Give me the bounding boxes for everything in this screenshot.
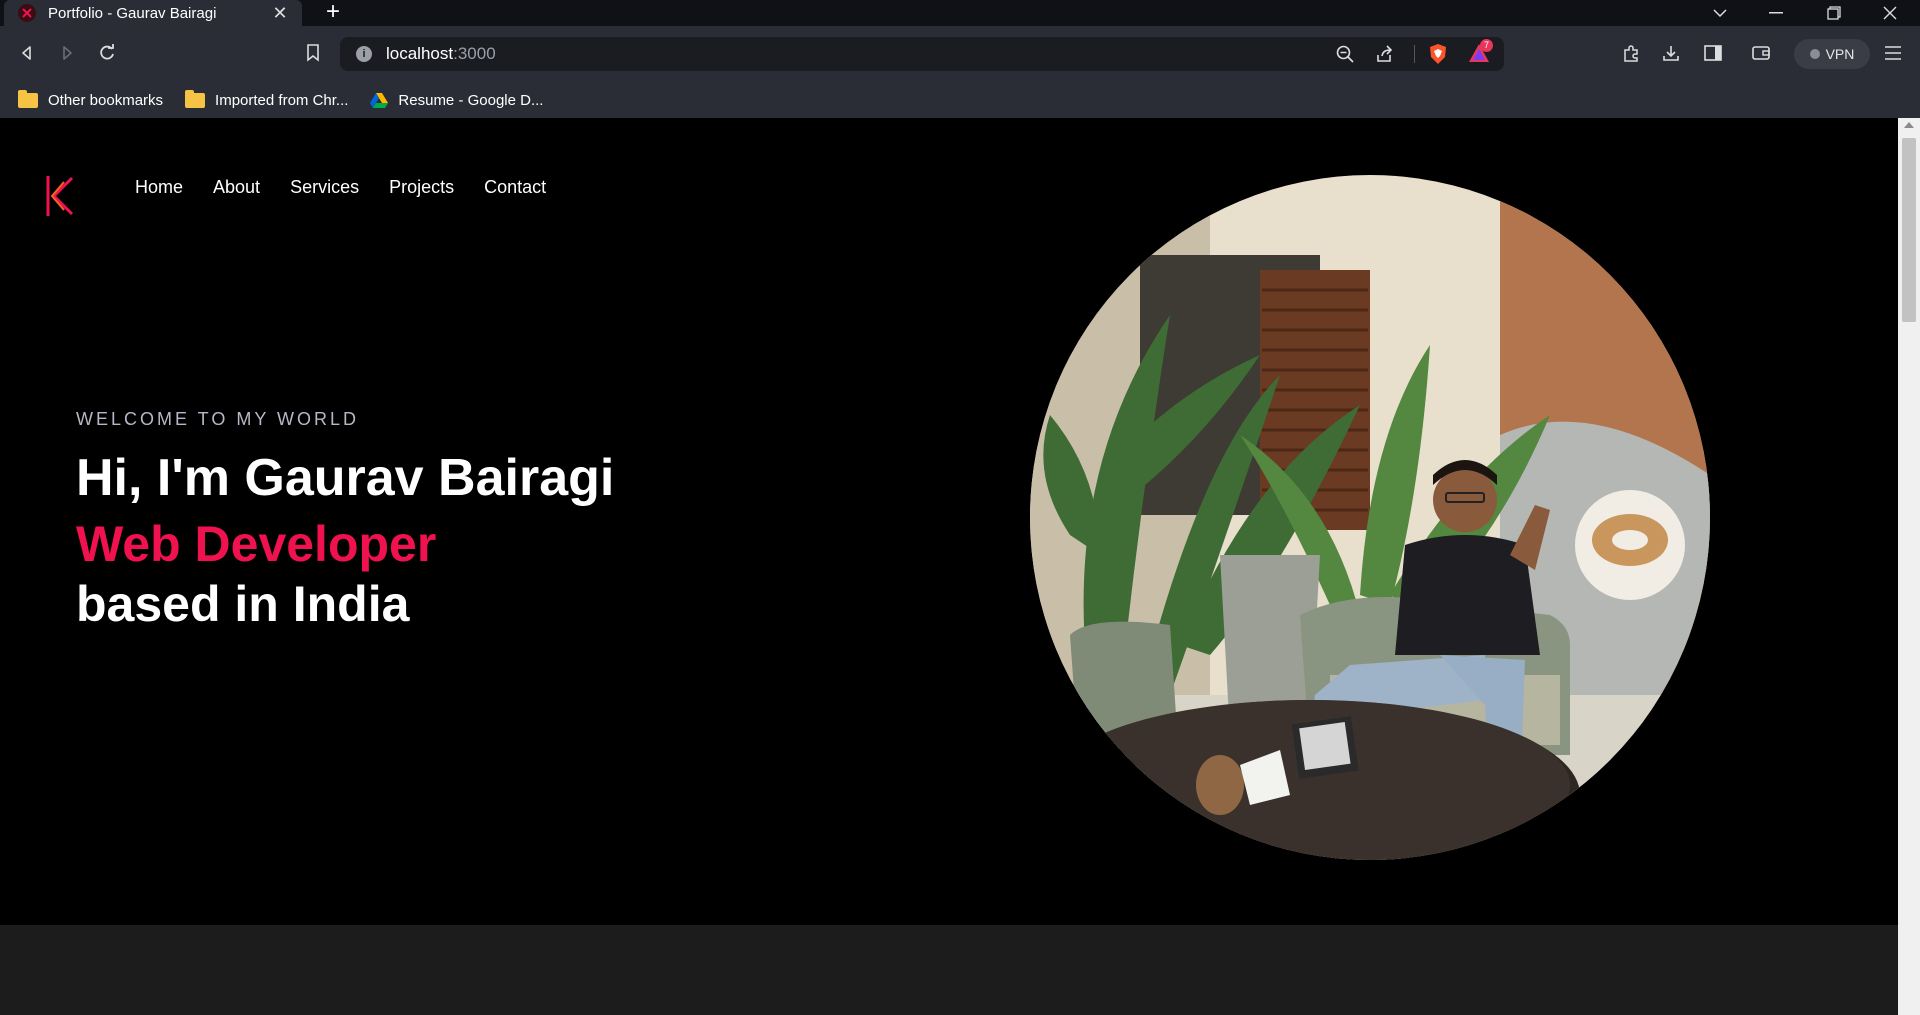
nav-about[interactable]: About (213, 177, 260, 198)
page-content: Home About Services Projects Contact WEL… (0, 118, 1898, 1015)
tab-search-chevron-icon[interactable] (1692, 0, 1748, 26)
minimize-icon[interactable] (1748, 0, 1804, 26)
browser-toolbar: i localhost:3000 7 VPN (0, 26, 1920, 82)
browser-window: Portfolio - Gaurav Bairagi ✕ + i localho… (0, 0, 1920, 1015)
close-window-icon[interactable] (1862, 0, 1918, 26)
divider (1414, 45, 1415, 63)
vpn-button[interactable]: VPN (1794, 39, 1870, 69)
nav-contact[interactable]: Contact (484, 177, 546, 198)
rewards-badge: 7 (1480, 39, 1493, 52)
share-icon[interactable] (1376, 45, 1394, 68)
back-icon[interactable] (12, 38, 42, 68)
page-scrollbar[interactable] (1898, 118, 1920, 1015)
address-bar[interactable]: i localhost:3000 7 (340, 37, 1504, 71)
tab-portfolio[interactable]: Portfolio - Gaurav Bairagi ✕ (4, 0, 302, 26)
brave-rewards-icon[interactable]: 7 (1468, 39, 1493, 68)
hero-role: Web Developer (76, 516, 437, 572)
reload-icon[interactable] (92, 38, 122, 68)
extensions-icon[interactable] (1616, 38, 1646, 68)
next-section (0, 925, 1898, 1015)
tab-strip: Portfolio - Gaurav Bairagi ✕ + (0, 0, 1920, 26)
bookmark-label: Resume - Google D... (398, 91, 544, 109)
vpn-label: VPN (1825, 46, 1855, 62)
welcome-text: WELCOME TO MY WORLD (76, 409, 360, 429)
bookmark-imported[interactable]: Imported from Chr... (185, 89, 349, 109)
download-icon[interactable] (1656, 38, 1686, 68)
bookmark-label: Other bookmarks (48, 91, 164, 109)
url-port: :3000 (453, 44, 496, 63)
tab-title: Portfolio - Gaurav Bairagi (48, 4, 217, 22)
vpn-status-icon (1809, 49, 1820, 59)
tab-close-icon[interactable]: ✕ (270, 3, 290, 24)
bookmarks-bar: Other bookmarks Imported from Chr... Res… (0, 82, 1920, 118)
hero-location: based in India (76, 576, 410, 632)
menu-icon[interactable] (1878, 38, 1908, 68)
scrollbar-thumb[interactable] (1902, 138, 1916, 322)
bookmark-icon[interactable] (298, 38, 328, 68)
bookmark-other[interactable]: Other bookmarks (18, 89, 164, 109)
zoom-icon[interactable] (1336, 45, 1354, 68)
profile-photo (1030, 175, 1710, 860)
bookmark-resume[interactable]: Resume - Google D... (370, 92, 543, 109)
google-drive-icon (370, 92, 389, 108)
nav-projects[interactable]: Projects (389, 177, 454, 198)
folder-icon (185, 89, 206, 108)
new-tab-button[interactable]: + (318, 0, 348, 26)
bookmark-label: Imported from Chr... (215, 91, 349, 109)
nav-home[interactable]: Home (135, 177, 183, 198)
url-text: localhost:3000 (386, 44, 496, 64)
url-host: localhost (386, 44, 454, 63)
site-favicon-icon (18, 4, 36, 22)
folder-icon (18, 89, 38, 108)
scroll-up-icon[interactable] (1904, 122, 1914, 128)
site-logo[interactable] (44, 174, 74, 218)
nav-services[interactable]: Services (290, 177, 359, 198)
brave-shields-icon[interactable] (1428, 43, 1448, 70)
forward-icon[interactable] (52, 38, 82, 68)
wallet-icon[interactable] (1746, 38, 1776, 68)
main-nav: Home About Services Projects Contact (135, 177, 546, 198)
site-info-icon[interactable]: i (356, 46, 372, 62)
hero-greeting: Hi, I'm Gaurav Bairagi (76, 449, 615, 507)
restore-icon[interactable] (1806, 0, 1862, 26)
sidebar-icon[interactable] (1698, 38, 1728, 68)
